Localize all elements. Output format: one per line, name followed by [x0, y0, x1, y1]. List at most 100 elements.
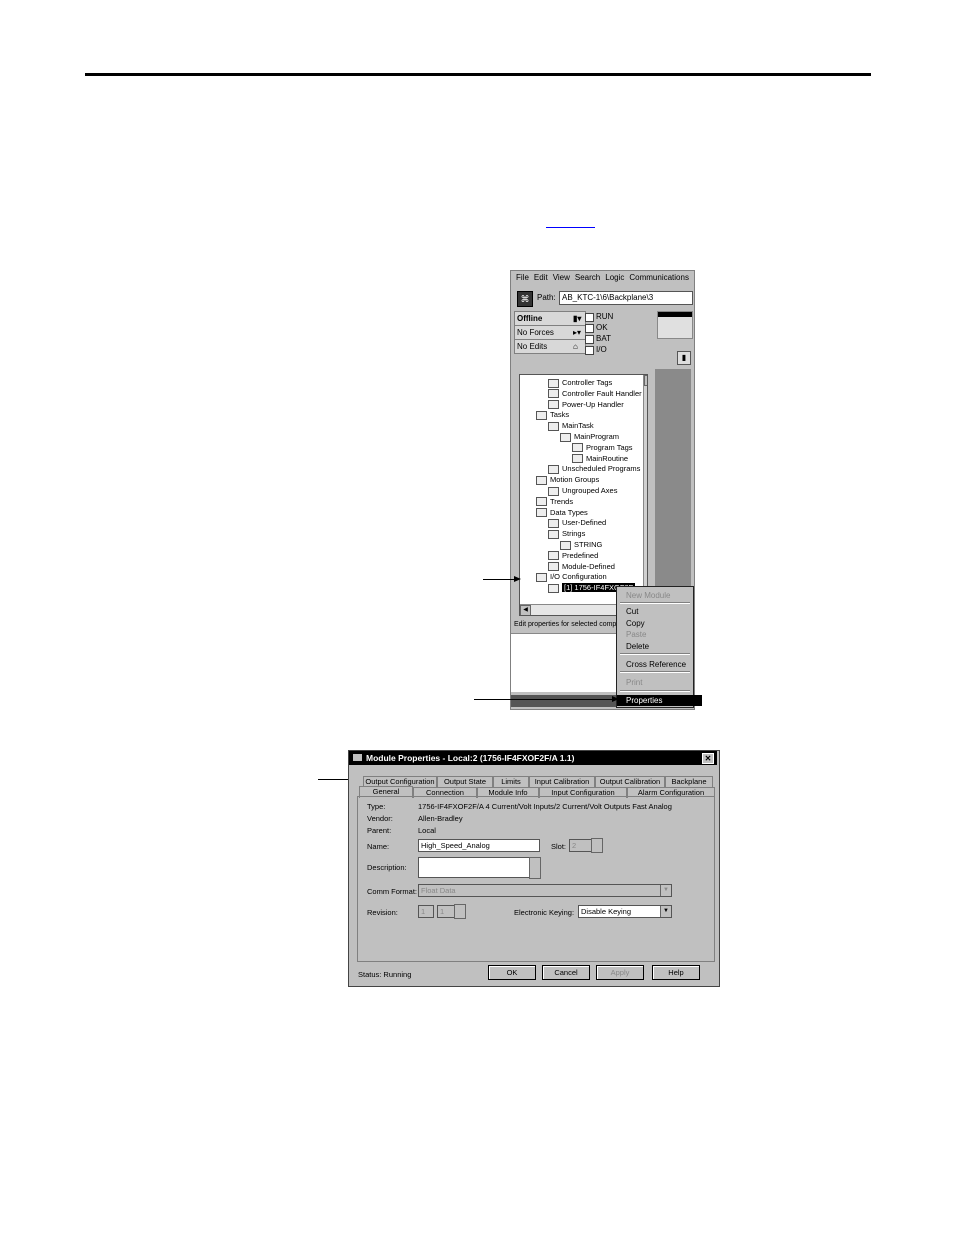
folder-icon [548, 562, 559, 572]
tree-item[interactable]: Module-Defined [548, 561, 615, 572]
tree-item[interactable]: MainRoutine [572, 453, 628, 464]
tree-item[interactable]: Ungrouped Axes [548, 485, 617, 496]
context-menu-item[interactable]: Delete [617, 641, 702, 652]
tree-vertical-scrollbar[interactable]: ▲ ▼ [643, 375, 647, 605]
tree-item[interactable]: MainTask [548, 420, 594, 431]
tree-item[interactable]: Tasks [536, 409, 569, 420]
folder-icon [548, 518, 559, 528]
tree-item[interactable]: Trends [536, 496, 573, 507]
tree-item[interactable]: Controller Fault Handler [548, 388, 642, 399]
dialog-title: Module Properties - Local:2 (1756-IF4FXO… [366, 753, 575, 763]
slot-field[interactable]: 2 [569, 839, 593, 852]
tree-item[interactable]: Motion Groups [536, 474, 599, 485]
tree-item[interactable]: MainProgram [560, 431, 619, 442]
comm-format-label: Comm Format: [367, 887, 418, 896]
tree-item-label: User-Defined [562, 518, 607, 528]
tab-output-calibration[interactable]: Output Calibration [595, 776, 665, 787]
forces-status[interactable]: No Forces ▸▾ [514, 325, 586, 340]
comm-format-select[interactable]: Float Data ▼ [418, 884, 672, 897]
tree-item-label: Tasks [550, 410, 570, 420]
parent-value: Local [418, 826, 436, 835]
description-field[interactable] [418, 857, 530, 878]
folder-icon [560, 432, 571, 442]
cross-reference-link[interactable] [546, 218, 595, 228]
tree-item[interactable]: Unscheduled Programs [548, 463, 640, 474]
tree-item-label: Program Tags [586, 442, 633, 452]
path-field[interactable]: AB_KTC-1\6\Backplane\3 [559, 291, 693, 305]
folder-icon [548, 486, 559, 496]
menu-file[interactable]: File [516, 273, 529, 282]
tree-item-label: Data Types [550, 507, 588, 517]
tree-item[interactable]: Power-Up Handler [548, 399, 624, 410]
type-value: 1756-IF4FXOF2F/A 4 Current/Volt Inputs/2… [418, 802, 672, 811]
context-menu-item[interactable]: Print [617, 677, 702, 688]
tree-item[interactable]: Data Types [536, 507, 588, 518]
tree-item-label: Strings [562, 529, 586, 539]
tree-item-label: Predefined [562, 550, 599, 560]
context-menu-item[interactable]: Properties [617, 695, 702, 706]
tree-item-label: Unscheduled Programs [562, 464, 641, 474]
folder-icon [548, 551, 559, 561]
revision-major-field[interactable]: 1 [418, 905, 434, 918]
menu-search[interactable]: Search [575, 273, 600, 282]
tree-item[interactable]: Strings [548, 528, 585, 539]
tree-item[interactable]: User-Defined [548, 517, 606, 528]
tab-limits[interactable]: Limits [493, 776, 529, 787]
tab-output-state[interactable]: Output State [437, 776, 493, 787]
io-indicator [585, 346, 594, 355]
revision-minor-field[interactable]: 1 [437, 905, 455, 918]
context-menu-item[interactable]: Cross Reference [617, 659, 702, 670]
folder-icon [548, 583, 559, 593]
context-menu: New Module Cut Copy Paste Delete Cross Refere… [616, 586, 702, 708]
tab-input-calibration[interactable]: Input Calibration [529, 776, 595, 787]
bat-indicator [585, 335, 594, 344]
menu-communications[interactable]: Communications [629, 273, 689, 282]
electronic-keying-label: Electronic Keying: [514, 908, 575, 917]
folder-icon [536, 497, 547, 507]
edits-status[interactable]: No Edits ⌂ [514, 339, 586, 354]
network-icon[interactable]: ⌘ [517, 291, 533, 307]
scroll-up-icon[interactable]: ▲ [644, 375, 647, 386]
revision-spinner[interactable] [454, 904, 466, 919]
chevron-down-icon[interactable]: ▼ [660, 906, 671, 917]
context-menu-item[interactable]: Copy [617, 618, 702, 629]
general-tab-panel [357, 796, 715, 962]
cancel-button[interactable]: Cancel [542, 965, 590, 980]
tree-item[interactable]: STRING [560, 539, 602, 550]
name-field[interactable]: High_Speed_Analog [418, 839, 540, 852]
context-menu-item[interactable]: Cut [617, 606, 702, 617]
tree-item[interactable]: Predefined [548, 550, 598, 561]
tab-backplane[interactable]: Backplane [665, 776, 713, 787]
slot-label: Slot: [551, 842, 567, 851]
tree-item[interactable]: Controller Tags [548, 377, 612, 388]
chevron-down-icon[interactable]: ▼ [660, 885, 671, 896]
description-scrollbar[interactable] [529, 857, 541, 879]
slot-spinner[interactable] [591, 838, 603, 853]
io-label: I/O [596, 345, 607, 354]
menu-view[interactable]: View [553, 273, 570, 282]
menu-separator [620, 690, 690, 692]
context-menu-item[interactable]: New Module [617, 590, 702, 601]
menu-edit[interactable]: Edit [534, 273, 548, 282]
mode-status-label: Offline [517, 314, 543, 323]
output-pane [511, 633, 623, 692]
electronic-keying-select[interactable]: Disable Keying ▼ [578, 905, 672, 918]
status-text: Status: Running [358, 970, 412, 979]
apply-button[interactable]: Apply [596, 965, 644, 980]
context-menu-item[interactable]: Paste [617, 629, 702, 640]
window-icon[interactable] [353, 754, 362, 761]
tree-item-label: MainRoutine [586, 453, 629, 463]
mode-status[interactable]: Offline ▮▾ [514, 311, 586, 326]
folder-icon [548, 529, 559, 539]
tree-item-label: Power-Up Handler [562, 399, 624, 409]
ok-button[interactable]: OK [488, 965, 536, 980]
tree-item[interactable]: Program Tags [572, 442, 633, 453]
lock-icon: ⌂ [573, 342, 578, 351]
scroll-left-icon[interactable]: ◀ [520, 605, 531, 615]
close-icon[interactable]: ✕ [702, 753, 714, 764]
menu-logic[interactable]: Logic [605, 273, 624, 282]
folder-icon [548, 400, 559, 410]
name-label: Name: [367, 842, 390, 851]
tree-item[interactable]: I/O Configuration [536, 571, 607, 582]
help-button[interactable]: Help [652, 965, 700, 980]
